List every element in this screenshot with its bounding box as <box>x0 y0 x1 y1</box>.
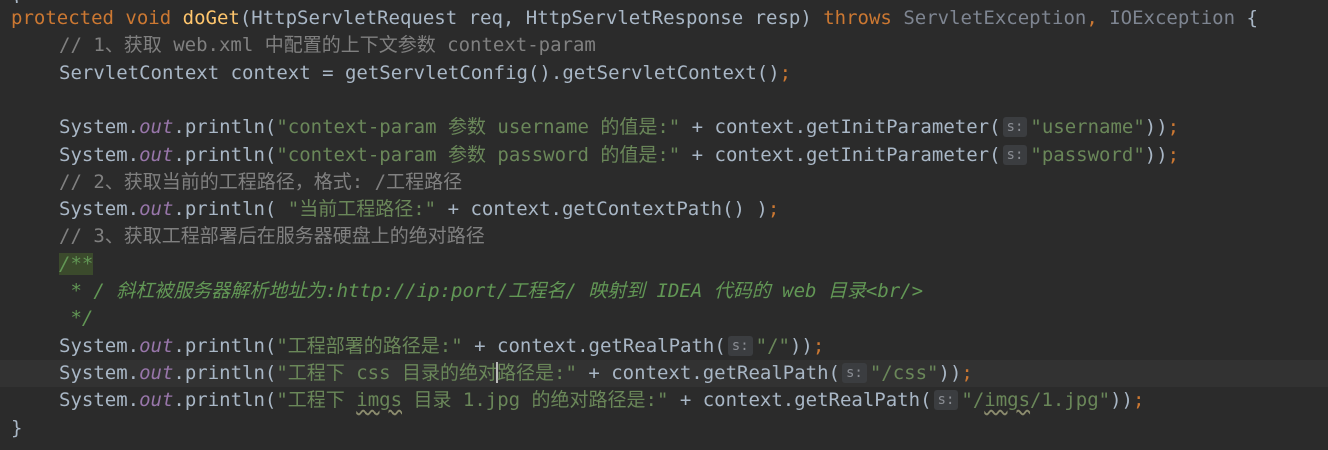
code-token: "工程下 css 目录的绝对 <box>276 361 497 384</box>
code-line[interactable]: */ <box>0 305 1328 332</box>
code-token: System. <box>59 389 140 412</box>
code-token: out <box>139 198 174 221</box>
code-token: 路径是:" <box>497 361 577 384</box>
code-token: */ <box>59 307 94 330</box>
code-line[interactable]: * / 斜杠被服务器解析地址为:http://ip:port/工程名/ 映射到 … <box>0 278 1328 305</box>
code-token: + context.getRealPath( <box>576 361 840 384</box>
code-token: )) <box>938 361 962 384</box>
code-token: // 1、获取 web.xml 中配置的上下文参数 context-param <box>59 34 596 57</box>
code-line[interactable]: /** <box>0 251 1328 278</box>
code-token: out <box>139 116 174 139</box>
code-token: * / 斜杠被服务器解析地址为:http://ip:port/工程名/ 映射到 … <box>59 280 924 302</box>
code-token: doGet <box>182 7 240 29</box>
code-token: // 3、获取工程部署后在服务器硬盘上的绝对路径 <box>59 225 485 248</box>
code-token: { <box>1235 7 1258 29</box>
code-line[interactable]: protected void doGet(HttpServletRequest … <box>0 5 1328 32</box>
code-token: imgs <box>356 389 403 412</box>
code-token: System. <box>59 361 140 384</box>
code-token: out <box>139 143 174 166</box>
code-token: System. <box>59 198 140 221</box>
code-token: protected <box>11 7 114 29</box>
code-line[interactable]: System.out.println("context-param 参数 pas… <box>0 142 1328 169</box>
code-token: ; <box>779 61 792 84</box>
code-token: System. <box>59 116 140 139</box>
code-token: /1.jpg" <box>1030 389 1111 412</box>
code-token: .println( <box>173 116 277 139</box>
code-token: // 2、获取当前的工程路径，格式: /工程路径 <box>59 170 463 193</box>
code-token: ; <box>1133 389 1145 412</box>
code-line[interactable]: } <box>0 415 1328 442</box>
code-line[interactable]: // 2、获取当前的工程路径，格式: /工程路径 <box>0 169 1328 196</box>
code-line[interactable] <box>0 87 1328 114</box>
code-token: )) <box>1144 116 1168 139</box>
code-token: "/ <box>961 389 985 412</box>
code-token: System. <box>59 334 140 357</box>
code-token: )) <box>1110 389 1133 412</box>
code-token: )) <box>789 334 813 357</box>
code-token: )) <box>1144 143 1168 166</box>
code-token: ; <box>767 198 780 221</box>
code-token: , <box>1086 7 1110 29</box>
code-token: .println( <box>173 198 288 221</box>
code-token: ; <box>812 334 825 357</box>
code-line-current[interactable]: System.out.println("工程下 css 目录的绝对路径是:" +… <box>0 359 1328 387</box>
code-token: out <box>139 334 174 357</box>
parameter-hint: s: <box>842 362 867 383</box>
code-token: ; <box>1167 116 1180 139</box>
code-line[interactable]: System.out.println( "当前工程路径:" + context.… <box>0 196 1328 223</box>
code-token: "context-param 参数 password 的值是:" <box>276 143 681 166</box>
code-token: throws <box>823 7 892 29</box>
code-line[interactable]: // 3、获取工程部署后在服务器硬盘上的绝对路径 <box>0 223 1328 250</box>
code-token: out <box>139 361 174 384</box>
code-token: "context-param 参数 username 的值是:" <box>276 116 681 139</box>
code-token: ServletContext context = getServletConfi… <box>59 61 780 84</box>
code-token: + context.getRealPath( <box>462 334 726 357</box>
previous-line-fragment: { <box>11 0 22 3</box>
code-line[interactable]: System.out.println("context-param 参数 use… <box>0 114 1328 141</box>
code-token: ServletException <box>903 7 1087 29</box>
code-token: + context.getContextPath() ) <box>436 198 768 221</box>
code-token: + context.getInitParameter( <box>680 116 1001 139</box>
code-token: System. <box>59 143 140 166</box>
code-token: "/css" <box>869 361 939 384</box>
code-line[interactable]: System.out.println("工程部署的路径是:" + context… <box>0 333 1328 360</box>
code-token: out <box>139 389 174 412</box>
parameter-hint: s: <box>933 390 959 411</box>
code-token: "工程下 <box>276 389 357 412</box>
code-token: "username" <box>1030 116 1145 139</box>
code-token: } <box>11 416 23 439</box>
code-token: .println( <box>173 334 277 357</box>
code-token: + context.getInitParameter( <box>680 143 1001 166</box>
code-token: "password" <box>1030 143 1145 166</box>
code-token: .println( <box>173 143 277 166</box>
code-token: void <box>125 7 172 29</box>
code-token: "/" <box>755 334 790 357</box>
code-token: "工程部署的路径是:" <box>276 334 463 357</box>
code-line[interactable]: System.out.println("工程下 imgs 目录 1.jpg 的绝… <box>0 387 1328 414</box>
code-token: .println( <box>173 389 277 412</box>
code-line[interactable]: // 1、获取 web.xml 中配置的上下文参数 context-param <box>0 32 1328 59</box>
code-token: ; <box>961 361 973 384</box>
code-token: 目录 1.jpg 的绝对路径是:" <box>402 389 669 412</box>
code-token: .println( <box>173 361 277 384</box>
code-token: imgs <box>984 389 1031 412</box>
code-line[interactable]: ServletContext context = getServletConfi… <box>0 60 1328 87</box>
code-editor[interactable]: { protected void doGet(HttpServletReques… <box>0 0 1328 450</box>
parameter-hint: s: <box>727 335 753 356</box>
code-token: + context.getRealPath( <box>668 389 932 412</box>
parameter-hint: s: <box>1002 144 1028 165</box>
code-token: /** <box>59 252 94 275</box>
code-token: "当前工程路径:" <box>287 198 437 221</box>
code-token: IOException <box>1109 7 1236 29</box>
parameter-hint: s: <box>1002 117 1028 138</box>
code-token: ; <box>1167 143 1180 166</box>
code-token: (HttpServletRequest req, HttpServletResp… <box>239 7 824 29</box>
